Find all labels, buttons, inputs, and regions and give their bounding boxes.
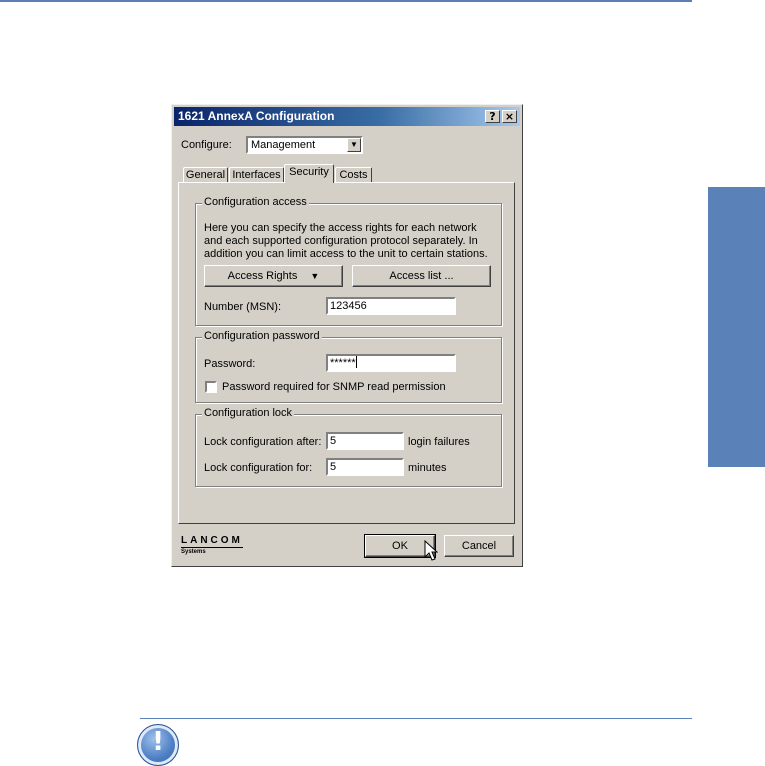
lock-for-label: Lock configuration for: (204, 462, 313, 474)
access-list-button[interactable]: Access list ... (352, 265, 491, 287)
configure-selected-value: Management (251, 139, 316, 151)
tab-security[interactable]: Security (284, 164, 334, 183)
lancom-logo: LANCOM Systems (181, 535, 243, 555)
lock-after-label: Lock configuration after: (204, 436, 322, 448)
lock-for-input[interactable]: 5 (326, 458, 404, 476)
chevron-down-icon[interactable]: ▼ (347, 138, 361, 152)
mouse-pointer-icon (424, 540, 438, 561)
snmp-password-checkbox[interactable] (205, 381, 217, 393)
access-rights-button[interactable]: Access Rights ▼ (204, 265, 343, 287)
configuration-lock-group: Configuration lock Lock configuration af… (195, 407, 502, 487)
chapter-side-tab (708, 187, 765, 467)
msn-input[interactable]: 123456 (326, 297, 456, 315)
close-button[interactable]: × (502, 110, 517, 123)
help-button[interactable]: ? (485, 110, 500, 123)
header-rule (0, 0, 692, 2)
password-value: ****** (330, 357, 356, 369)
configure-select[interactable]: Management ▼ (246, 136, 363, 154)
configuration-dialog: 1621 AnnexA Configuration ? × Configure:… (171, 104, 523, 567)
text-caret (355, 356, 357, 368)
password-input[interactable]: ****** (326, 354, 456, 372)
msn-label: Number (MSN): (204, 301, 282, 313)
logo-sub-text: Systems (181, 549, 206, 555)
window-title: 1621 AnnexA Configuration (178, 109, 335, 123)
note-rule (140, 718, 692, 719)
tab-costs[interactable]: Costs (335, 167, 372, 183)
lock-after-input[interactable]: 5 (326, 432, 404, 450)
cancel-button[interactable]: Cancel (444, 535, 514, 557)
security-tab-panel: Configuration access Here you can specif… (178, 182, 515, 524)
password-label: Password: (204, 358, 256, 370)
configuration-access-group: Configuration access Here you can specif… (195, 196, 502, 326)
close-icon: × (504, 110, 515, 123)
help-icon: ? (489, 110, 496, 123)
logo-main-text: LANCOM (181, 535, 243, 548)
configuration-access-legend: Configuration access (202, 196, 309, 208)
snmp-password-checkbox-label[interactable]: Password required for SNMP read permissi… (222, 381, 446, 393)
configuration-password-group: Configuration password Password: ****** … (195, 330, 502, 403)
configuration-access-description: Here you can specify the access rights f… (204, 222, 488, 260)
note-icon-glyph: ! (152, 727, 164, 757)
tab-interfaces[interactable]: Interfaces (229, 167, 284, 183)
lock-after-unit: login failures (408, 436, 470, 448)
lock-for-unit: minutes (408, 462, 447, 474)
chevron-down-icon: ▼ (310, 271, 320, 281)
exclamation-icon: ! (137, 724, 179, 766)
configuration-lock-legend: Configuration lock (202, 407, 295, 419)
access-rights-label: Access Rights (227, 270, 298, 282)
configure-label: Configure: (181, 139, 232, 151)
tab-general[interactable]: General (183, 167, 228, 183)
title-bar[interactable]: 1621 AnnexA Configuration ? × (174, 107, 520, 126)
configuration-password-legend: Configuration password (202, 330, 322, 342)
